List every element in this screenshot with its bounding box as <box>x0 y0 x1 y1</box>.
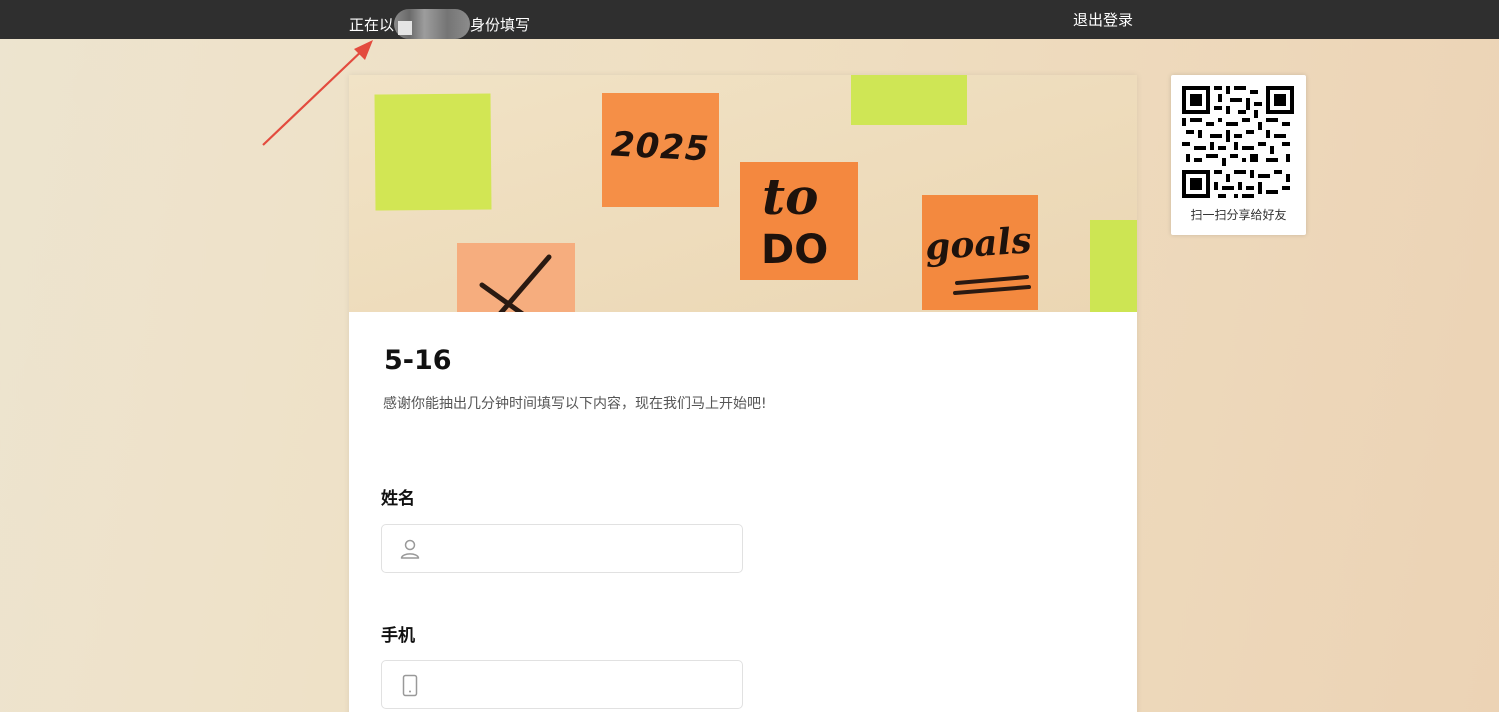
phone-field-label: 手机 <box>381 626 415 646</box>
phone-input[interactable] <box>381 660 743 709</box>
qr-code <box>1182 86 1294 198</box>
phone-icon <box>402 674 418 697</box>
form-card: 2025 to DO goals 5-16 感谢你能抽出几分钟时间填写以下内容，… <box>349 75 1137 712</box>
note-goals-text: goals <box>923 219 1033 269</box>
form-description: 感谢你能抽出几分钟时间填写以下内容，现在我们马上开始吧! <box>383 396 767 412</box>
logout-link[interactable]: 退出登录 <box>1073 9 1133 30</box>
form-title: 5-16 <box>384 345 452 376</box>
blurred-username <box>394 9 471 39</box>
qr-caption: 扫一扫分享给好友 <box>1190 208 1287 222</box>
note-do-text: DO <box>761 227 829 273</box>
name-field-label: 姓名 <box>381 489 415 509</box>
name-input[interactable] <box>381 524 743 573</box>
top-bar: 正在以 身份填写 退出登录 <box>0 0 1499 39</box>
user-icon <box>400 539 420 559</box>
identity-prefix: 正在以 <box>349 15 395 34</box>
qr-share-panel: 扫一扫分享给好友 <box>1171 75 1306 235</box>
identity-indicator: 正在以 身份填写 <box>349 9 530 39</box>
note-2025-text: 2025 <box>610 124 711 170</box>
note-to-text: to <box>762 167 819 226</box>
sticky-notes-illustration <box>349 75 1137 312</box>
identity-suffix: 身份填写 <box>470 15 531 34</box>
banner-image: 2025 to DO goals <box>349 75 1137 312</box>
